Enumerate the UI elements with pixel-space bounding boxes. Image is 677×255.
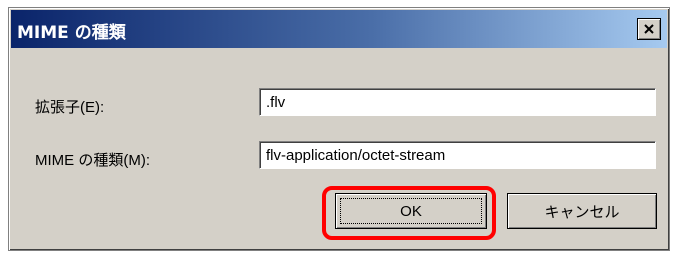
close-button[interactable] <box>637 18 661 40</box>
mime-type-dialog: MIME の種類 拡張子(E): MIME の種類(M): OK キャンセル <box>8 7 670 251</box>
dialog-title: MIME の種類 <box>17 23 126 43</box>
extension-label: 拡張子(E): <box>35 99 105 116</box>
extension-field[interactable] <box>259 88 656 116</box>
cancel-label: キャンセル <box>544 203 620 221</box>
focus-rect <box>340 198 482 224</box>
mime-type-label: MIME の種類(M): <box>35 152 150 169</box>
ok-button[interactable]: OK <box>335 193 487 229</box>
title-bar: MIME の種類 <box>11 10 667 48</box>
mime-type-field[interactable] <box>259 141 656 169</box>
close-icon <box>644 24 654 34</box>
cancel-button[interactable]: キャンセル <box>507 193 657 229</box>
